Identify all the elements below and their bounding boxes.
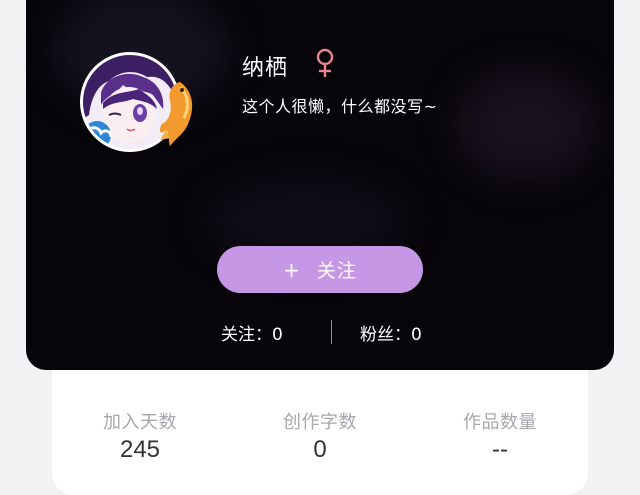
fans-count[interactable]: 粉丝：0 bbox=[360, 320, 422, 345]
stat-words-written: 创作字数 0 bbox=[240, 408, 400, 464]
stat-label: 加入天数 bbox=[103, 412, 177, 433]
profile-header: 纳栖 这个人很懒，什么都没写~ + 关注 关注：0 粉丝：0 bbox=[26, 0, 614, 370]
user-bio: 这个人很懒，什么都没写~ bbox=[242, 97, 438, 116]
plus-icon: + bbox=[283, 257, 301, 282]
stat-label: 创作字数 bbox=[283, 412, 357, 433]
following-count[interactable]: 关注：0 bbox=[221, 320, 283, 345]
stat-value: -- bbox=[492, 436, 508, 463]
follow-button-label: 关注 bbox=[316, 260, 357, 282]
header-background-texture bbox=[456, 70, 596, 180]
follow-button[interactable]: + 关注 bbox=[217, 246, 423, 293]
stat-value: 0 bbox=[313, 436, 327, 463]
username: 纳栖 bbox=[242, 56, 289, 81]
female-gender-icon bbox=[316, 48, 334, 77]
stat-value: 245 bbox=[119, 436, 161, 463]
stat-days-joined: 加入天数 245 bbox=[60, 408, 220, 464]
koi-fish-icon bbox=[159, 82, 193, 146]
stat-works-count[interactable]: 作品数量 -- bbox=[420, 408, 580, 464]
stat-divider bbox=[331, 320, 332, 344]
stats-panel: 加入天数 245 创作字数 0 作品数量 -- bbox=[52, 370, 588, 495]
profile-page: 纳栖 这个人很懒，什么都没写~ + 关注 关注：0 粉丝：0 加入天数 245 … bbox=[0, 0, 640, 495]
stat-label: 作品数量 bbox=[463, 412, 537, 433]
